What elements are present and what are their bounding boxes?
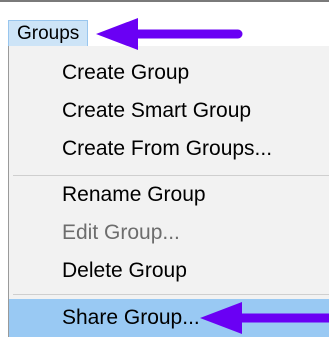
annotation-arrow-icon — [96, 18, 243, 50]
groups-dropdown-menu: Create Group Create Smart Group Create F… — [8, 46, 329, 337]
menu-item-delete-group[interactable]: Delete Group — [9, 252, 329, 290]
menu-item-create-from-groups[interactable]: Create From Groups... — [9, 130, 329, 168]
menu-item-rename-group[interactable]: Rename Group — [9, 176, 329, 214]
menu-separator — [13, 294, 329, 295]
groups-menu[interactable]: Groups — [8, 20, 89, 48]
menu-item-create-smart-group[interactable]: Create Smart Group — [9, 92, 329, 130]
annotation-arrow-icon — [200, 302, 329, 334]
menu-item-create-group[interactable]: Create Group — [9, 54, 329, 92]
menu-item-edit-group: Edit Group... — [62, 221, 180, 244]
